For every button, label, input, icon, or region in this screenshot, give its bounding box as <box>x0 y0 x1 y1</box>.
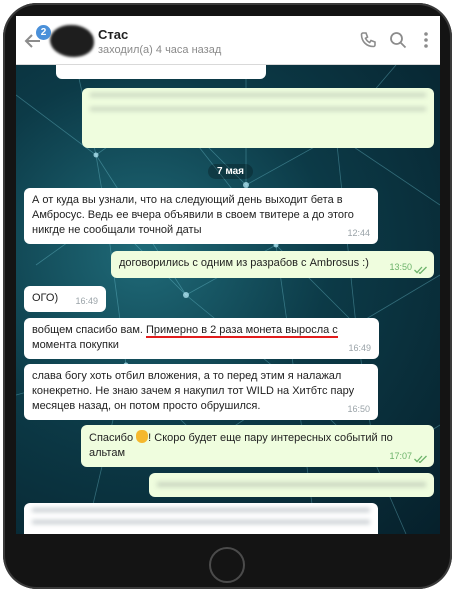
message-text: Спасибо ! Скоро будет еще пару интересны… <box>89 430 426 461</box>
message-text-end: момента покупки <box>32 339 119 351</box>
message-time: 13:50 <box>389 262 412 272</box>
message-incoming[interactable]: вобщем спасибо вам. Примерно в 2 раза мо… <box>24 318 379 359</box>
blurred-message <box>82 88 434 148</box>
phone-icon[interactable] <box>358 30 378 50</box>
last-seen-status: заходил(а) 4 часа назад <box>98 44 222 56</box>
chat-header: 2 Стас заходил(а) 4 часа назад <box>16 16 440 65</box>
message-time: 16:50 <box>347 404 370 414</box>
message-text: вобщем спасибо вам. Примерно в 2 раза мо… <box>32 323 371 353</box>
message-time: 16:49 <box>348 343 371 353</box>
message-text: А от куда вы узнали, что на следующий де… <box>32 194 354 236</box>
message-text-start: вобщем спасибо вам. <box>32 324 147 336</box>
more-vertical-icon[interactable] <box>416 30 436 50</box>
contact-name[interactable]: Стас <box>98 27 128 42</box>
message-time: 12:44 <box>347 228 370 238</box>
raised-hand-emoji <box>136 430 149 443</box>
message-text: слава богу хоть отбил вложения, а то пер… <box>32 370 355 412</box>
highlighted-text: Примерно в 2 раза монета выросла с <box>146 324 338 338</box>
message-incoming[interactable]: ОГО) 16:49 <box>24 286 106 312</box>
avatar[interactable] <box>50 25 94 57</box>
double-check-icon <box>414 455 427 463</box>
blurred-message <box>56 65 266 79</box>
chat-area[interactable]: 7 мая А от куда вы узнали, что на следую… <box>16 65 440 534</box>
message-outgoing[interactable]: договорились с одним из разрабов с Ambro… <box>111 251 434 278</box>
blurred-message <box>149 473 434 497</box>
tablet-frame: 2 Стас заходил(а) 4 часа назад 7 мая А о… <box>3 3 452 589</box>
double-check-icon <box>414 266 427 274</box>
blurred-message <box>24 503 378 534</box>
message-text-start: Спасибо <box>89 432 137 444</box>
unread-badge: 2 <box>36 25 51 40</box>
message-time: 17:07 <box>389 451 412 461</box>
home-button[interactable] <box>209 547 245 583</box>
message-time: 16:49 <box>75 296 98 306</box>
search-icon[interactable] <box>388 30 408 50</box>
date-separator: 7 мая <box>208 164 254 179</box>
message-text: договорились с одним из разрабов с Ambro… <box>119 257 369 269</box>
screen: 2 Стас заходил(а) 4 часа назад 7 мая А о… <box>16 16 440 534</box>
message-incoming[interactable]: слава богу хоть отбил вложения, а то пер… <box>24 364 378 420</box>
message-incoming[interactable]: А от куда вы узнали, что на следующий де… <box>24 188 378 244</box>
message-outgoing[interactable]: Спасибо ! Скоро будет еще пару интересны… <box>81 425 434 467</box>
